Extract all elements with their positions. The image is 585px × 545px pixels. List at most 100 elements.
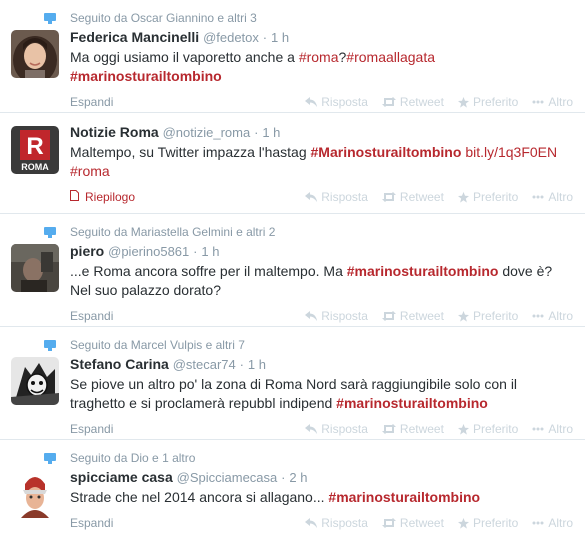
reply-icon bbox=[305, 424, 318, 434]
more-button[interactable]: Altro bbox=[532, 190, 573, 204]
reply-button[interactable]: Risposta bbox=[305, 516, 368, 530]
reply-button[interactable]: Risposta bbox=[305, 422, 368, 436]
avatar[interactable] bbox=[11, 244, 59, 292]
context-text[interactable]: Seguito da Mariastella Gelmini e altri 2 bbox=[70, 224, 275, 240]
tweet-text: Strade che nel 2014 ancora si allagano..… bbox=[70, 488, 573, 507]
tweet-footer: Riepilogo Risposta Retweet Preferito Alt… bbox=[70, 189, 573, 205]
more-label: Altro bbox=[548, 309, 573, 323]
reply-label: Risposta bbox=[321, 95, 368, 109]
reply-button[interactable]: Risposta bbox=[305, 95, 368, 109]
reply-icon bbox=[305, 518, 318, 528]
timestamp[interactable]: 1 h bbox=[248, 357, 266, 372]
fullname[interactable]: Stefano Carina bbox=[70, 356, 169, 372]
tweet-context: Seguito da Oscar Giannino e altri 3 bbox=[44, 10, 573, 26]
avatar[interactable] bbox=[11, 357, 59, 405]
hashtag-link[interactable]: #roma bbox=[299, 49, 339, 65]
tweet-header: piero @pierino5861 · 1 h bbox=[70, 242, 573, 261]
favorite-button[interactable]: Preferito bbox=[457, 422, 519, 436]
username[interactable]: @notizie_roma bbox=[163, 125, 251, 140]
text-segment: ...e Roma ancora soffre per il maltempo.… bbox=[70, 263, 347, 279]
favorite-button[interactable]: Preferito bbox=[457, 309, 518, 323]
reply-icon bbox=[305, 311, 318, 321]
more-button[interactable]: Altro bbox=[532, 422, 573, 436]
retweet-button[interactable]: Retweet bbox=[381, 309, 444, 323]
retweet-label: Retweet bbox=[399, 95, 444, 109]
context-text[interactable]: Seguito da Marcel Vulpis e altri 7 bbox=[70, 337, 245, 353]
reply-label: Risposta bbox=[321, 422, 368, 436]
tweet-text: Maltempo, su Twitter impazza l'hastag #M… bbox=[70, 143, 573, 181]
url-link[interactable]: bit.ly/1q3F0EN bbox=[465, 144, 557, 160]
hashtag-link[interactable]: #Marinosturailtombino bbox=[311, 144, 462, 160]
avatar[interactable]: R ROMA bbox=[11, 126, 59, 174]
retweet-icon bbox=[381, 192, 396, 202]
avatar-label: ROMA bbox=[21, 162, 49, 172]
text-segment: dove è? bbox=[498, 263, 553, 279]
timestamp[interactable]: 1 h bbox=[262, 125, 280, 140]
expand-link[interactable]: Espandi bbox=[70, 309, 113, 323]
timestamp[interactable]: 2 h bbox=[289, 470, 307, 485]
reply-icon bbox=[305, 192, 318, 202]
hashtag-link[interactable]: #marinosturailtombino bbox=[347, 263, 499, 279]
separator: · bbox=[254, 125, 259, 140]
tweet-footer: Espandi Risposta Retweet Preferito Altro bbox=[70, 308, 573, 324]
retweet-button[interactable]: Retweet bbox=[381, 190, 444, 204]
tweet[interactable]: Seguito da Dio e 1 altro spicciame casa … bbox=[0, 440, 585, 534]
reply-button[interactable]: Risposta bbox=[305, 309, 368, 323]
avatar[interactable] bbox=[11, 470, 59, 518]
favorite-button[interactable]: Preferito bbox=[457, 95, 519, 109]
more-button[interactable]: Altro bbox=[532, 309, 573, 323]
follow-context-icon bbox=[44, 452, 56, 464]
tweet-actions: Risposta Retweet Preferito Altro bbox=[305, 95, 573, 109]
retweet-button[interactable]: Retweet bbox=[381, 95, 444, 109]
favorite-label: Preferito bbox=[472, 95, 519, 109]
hashtag-link[interactable]: #marinosturailtombino bbox=[336, 395, 488, 411]
hashtag-link[interactable]: #marinosturailtombino bbox=[328, 489, 480, 505]
text-segment: Se piove un altro po' la zona di Roma No… bbox=[70, 376, 518, 392]
tweet[interactable]: Seguito da Oscar Giannino e altri 3 Fede… bbox=[0, 0, 585, 113]
more-dots-icon bbox=[532, 195, 544, 199]
more-button[interactable]: Altro bbox=[532, 516, 573, 530]
summary-link[interactable]: Riepilogo bbox=[70, 190, 135, 204]
fullname[interactable]: spicciame casa bbox=[70, 469, 173, 485]
tweet-context: Seguito da Dio e 1 altro bbox=[44, 450, 573, 466]
more-label: Altro bbox=[548, 516, 573, 530]
favorite-label: Preferito bbox=[472, 422, 519, 436]
avatar[interactable] bbox=[11, 30, 59, 78]
context-text[interactable]: Seguito da Dio e 1 altro bbox=[70, 450, 195, 466]
username[interactable]: @pierino5861 bbox=[108, 244, 189, 259]
retweet-label: Retweet bbox=[399, 309, 444, 323]
tweet-actions: Risposta Retweet Preferito Altro bbox=[305, 190, 573, 204]
timestamp[interactable]: 1 h bbox=[201, 244, 219, 259]
username[interactable]: @stecar74 bbox=[173, 357, 236, 372]
separator: · bbox=[239, 357, 244, 372]
timestamp[interactable]: 1 h bbox=[271, 30, 289, 45]
username[interactable]: @fedetox bbox=[203, 30, 259, 45]
reply-button[interactable]: Risposta bbox=[305, 190, 368, 204]
text-segment: Maltempo, su Twitter impazza l'hastag bbox=[70, 144, 311, 160]
timeline: Seguito da Oscar Giannino e altri 3 Fede… bbox=[0, 0, 585, 534]
expand-link[interactable]: Espandi bbox=[70, 422, 113, 436]
username[interactable]: @Spicciamecasa bbox=[177, 470, 278, 485]
hashtag-link[interactable]: #romaallagata bbox=[346, 49, 435, 65]
tweet[interactable]: Seguito da Marcel Vulpis e altri 7 Stefa… bbox=[0, 327, 585, 440]
expand-link[interactable]: Espandi bbox=[70, 516, 113, 530]
expand-link[interactable]: Espandi bbox=[70, 95, 113, 109]
hashtag-link[interactable]: #marinosturailtombino bbox=[70, 68, 222, 84]
retweet-label: Retweet bbox=[399, 422, 444, 436]
text-segment: traghetto e si proclamerà repubbl indipe… bbox=[70, 395, 337, 411]
hashtag-link[interactable]: #roma bbox=[70, 163, 110, 179]
fullname[interactable]: Notizie Roma bbox=[70, 124, 159, 140]
tweet[interactable]: R ROMA Notizie Roma @notizie_roma · 1 h … bbox=[0, 113, 585, 214]
retweet-label: Retweet bbox=[399, 516, 444, 530]
favorite-button[interactable]: Preferito bbox=[457, 190, 518, 204]
fullname[interactable]: piero bbox=[70, 243, 104, 259]
tweet[interactable]: Seguito da Mariastella Gelmini e altri 2… bbox=[0, 214, 585, 327]
fullname[interactable]: Federica Mancinelli bbox=[70, 29, 199, 45]
star-icon bbox=[457, 517, 469, 529]
context-text[interactable]: Seguito da Oscar Giannino e altri 3 bbox=[70, 10, 257, 26]
more-button[interactable]: Altro bbox=[532, 95, 573, 109]
retweet-button[interactable]: Retweet bbox=[381, 422, 444, 436]
more-dots-icon bbox=[532, 521, 544, 525]
favorite-button[interactable]: Preferito bbox=[457, 516, 518, 530]
retweet-button[interactable]: Retweet bbox=[381, 516, 444, 530]
